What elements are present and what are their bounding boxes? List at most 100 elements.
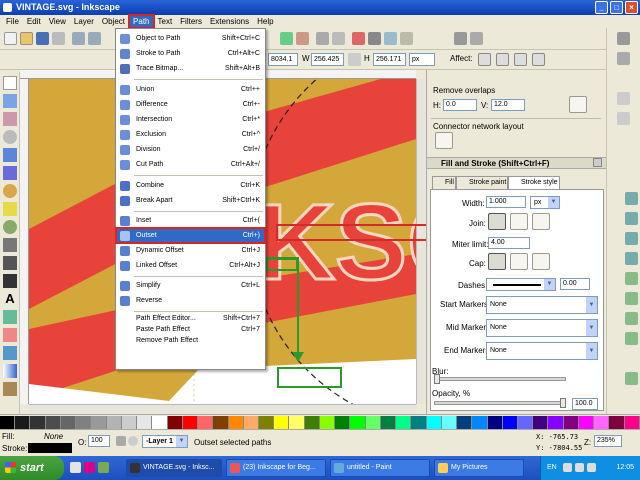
quicklaunch-desktop-icon[interactable] <box>98 462 109 473</box>
menu-item-trace-bitmap[interactable]: Trace Bitmap... Shift+Alt+B <box>116 61 265 76</box>
swatch[interactable] <box>0 416 16 429</box>
snap-smooth-icon[interactable] <box>625 212 638 225</box>
tab-stroke-paint[interactable]: Stroke paint <box>456 176 508 189</box>
menu-item-division[interactable]: Division Ctrl+/ <box>116 142 265 157</box>
bevel-join-button[interactable] <box>532 213 550 230</box>
menu-item-stroke-to-path[interactable]: Stroke to Path Ctrl+Alt+C <box>116 46 265 61</box>
maximize-button[interactable]: □ <box>610 1 623 14</box>
miter-limit-input[interactable]: 4.00 <box>488 237 530 249</box>
swatch[interactable] <box>182 416 199 429</box>
duplicate-icon[interactable] <box>280 32 293 45</box>
swatch[interactable] <box>472 416 488 429</box>
tray-network-icon[interactable] <box>563 463 572 472</box>
snap-page-icon[interactable] <box>625 292 638 305</box>
swatch[interactable] <box>396 416 412 429</box>
swatch[interactable] <box>335 416 351 429</box>
print-icon[interactable] <box>52 32 65 45</box>
visibility-eye-icon[interactable] <box>128 436 138 446</box>
swatch[interactable] <box>137 416 153 429</box>
document-properties-icon[interactable] <box>470 32 483 45</box>
swatch[interactable] <box>60 416 77 429</box>
blur-slider-thumb[interactable] <box>434 374 440 384</box>
tab-stroke-style[interactable]: Stroke style <box>508 176 560 189</box>
swatch[interactable] <box>609 416 625 429</box>
swatch[interactable] <box>243 416 259 429</box>
snap-rotation-icon[interactable] <box>625 272 638 285</box>
zoom-tool-icon[interactable] <box>3 130 17 144</box>
start-markers-select[interactable]: None ▼ <box>486 296 598 314</box>
text-font-icon[interactable] <box>368 32 381 45</box>
node-tool-icon[interactable] <box>3 94 17 108</box>
swatch[interactable] <box>517 416 534 429</box>
swatch[interactable] <box>548 416 564 429</box>
overlap-v-input[interactable]: 12.0 <box>491 99 525 111</box>
task-my-pictures[interactable]: My Pictures <box>434 459 524 477</box>
menu-view[interactable]: View <box>45 15 70 28</box>
zoom-input[interactable]: 235% <box>594 435 622 447</box>
menu-layer[interactable]: Layer <box>70 15 98 28</box>
export-icon[interactable] <box>88 32 101 45</box>
clone-icon[interactable] <box>296 32 309 45</box>
task-inkscape[interactable]: VINTAGE.svg - Inksc... <box>126 459 222 477</box>
swatch[interactable] <box>350 416 366 429</box>
swatch[interactable] <box>365 416 381 429</box>
swatch[interactable] <box>121 416 138 429</box>
width-unit-select[interactable]: px ▼ <box>530 196 560 209</box>
opacity-input[interactable]: 100.0 <box>572 398 598 410</box>
opacity-slider-thumb[interactable] <box>560 398 566 408</box>
snap-cusp-icon[interactable] <box>625 192 638 205</box>
x-field[interactable]: 8034.1 <box>268 53 298 66</box>
menu-item-object-to-path[interactable]: Object to Path Shift+Ctrl+C <box>116 31 265 46</box>
calligraphy-tool-icon[interactable] <box>3 274 17 288</box>
menu-item-simplify[interactable]: Simplify Ctrl+L <box>116 278 265 293</box>
snap-nodes-icon[interactable] <box>617 92 630 105</box>
menu-file[interactable]: File <box>2 15 23 28</box>
remove-overlaps-button[interactable] <box>569 96 587 113</box>
square-cap-button[interactable] <box>532 253 550 270</box>
task-browser[interactable]: (23) Inkscape for Beg... <box>226 459 326 477</box>
overlap-h-input[interactable]: 0.0 <box>443 99 477 111</box>
vertical-scrollbar[interactable] <box>416 79 426 404</box>
menu-item-break-apart[interactable]: Break Apart Shift+Ctrl+K <box>116 193 265 208</box>
spiral-tool-icon[interactable] <box>3 220 17 234</box>
swatch[interactable] <box>30 416 46 429</box>
object-opacity-input[interactable]: 100 <box>88 435 110 447</box>
dash-pattern-select[interactable]: ▼ <box>486 278 556 291</box>
snap-bbox-icon[interactable] <box>617 52 630 65</box>
layer-select[interactable]: -Layer 1 ▼ <box>142 435 188 448</box>
snap-text-icon[interactable] <box>625 372 638 385</box>
tab-fill[interactable]: Fill <box>432 176 456 189</box>
menu-item-exclusion[interactable]: Exclusion Ctrl+^ <box>116 127 265 142</box>
swatch[interactable] <box>76 416 92 429</box>
new-document-icon[interactable] <box>4 32 17 45</box>
opacity-slider-track[interactable] <box>434 401 566 405</box>
round-join-button[interactable] <box>510 213 528 230</box>
xml-editor-icon[interactable] <box>384 32 397 45</box>
swatch[interactable] <box>563 416 579 429</box>
spray-tool-icon[interactable] <box>3 310 17 324</box>
h-field[interactable]: 256.171 <box>373 53 406 66</box>
snap-center-icon[interactable] <box>625 252 638 265</box>
blur-slider-track[interactable] <box>434 377 566 381</box>
quicklaunch-media-icon[interactable] <box>84 462 95 473</box>
snap-paths-icon[interactable] <box>617 112 630 125</box>
end-markers-select[interactable]: None ▼ <box>486 342 598 360</box>
language-indicator[interactable]: EN <box>547 456 557 480</box>
dropper-tool-icon[interactable] <box>3 382 17 396</box>
swatch[interactable] <box>213 416 229 429</box>
close-dialog-icon[interactable] <box>593 158 602 167</box>
swatch[interactable] <box>533 416 549 429</box>
dash-offset-input[interactable]: 0.00 <box>560 278 590 290</box>
swatch[interactable] <box>578 416 595 429</box>
connector-layout-button[interactable] <box>435 132 453 149</box>
tray-security-icon[interactable] <box>587 463 596 472</box>
swatch[interactable] <box>411 416 427 429</box>
miter-join-button[interactable] <box>488 213 506 230</box>
menu-item-reverse[interactable]: Reverse <box>116 293 265 308</box>
pencil-tool-icon[interactable] <box>3 238 17 252</box>
transform-gradients-icon[interactable] <box>514 53 527 66</box>
menu-extensions[interactable]: Extensions <box>206 15 253 28</box>
width-input[interactable]: 1.000 <box>486 196 526 208</box>
menu-item-combine[interactable]: Combine Ctrl+K <box>116 178 265 193</box>
fill-stroke-icon[interactable] <box>352 32 365 45</box>
